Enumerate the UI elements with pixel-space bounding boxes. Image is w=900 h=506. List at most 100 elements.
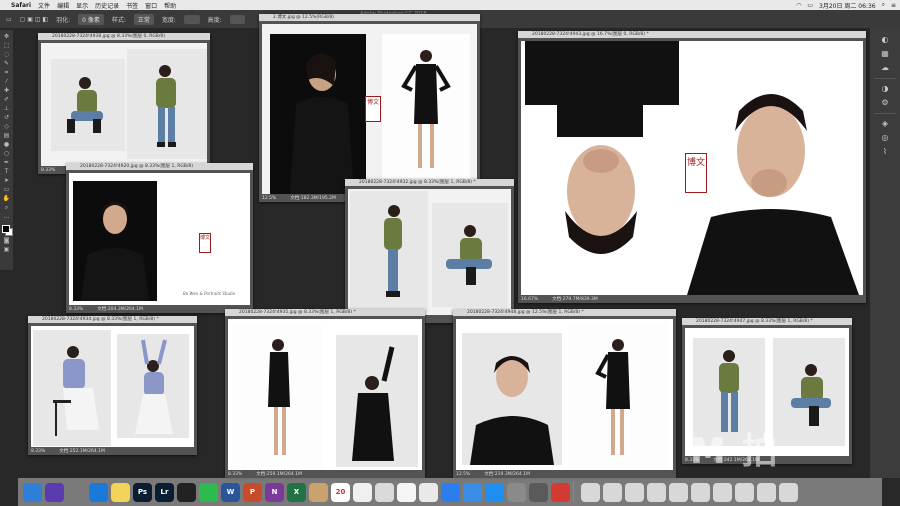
notification-center-icon[interactable]: ≡: [891, 2, 896, 9]
calendar-dock-icon[interactable]: 20: [331, 482, 350, 502]
quick-mask-icon[interactable]: ◙: [3, 237, 11, 244]
photoshop-dock-icon[interactable]: Ps: [133, 482, 152, 502]
app-store-dock-icon[interactable]: [485, 482, 504, 502]
document-window[interactable]: 20180228-7324!4920.jpg @ 8.33%(图层 1, RGB…: [66, 163, 253, 313]
pen-tool-icon[interactable]: ✒: [3, 159, 11, 166]
document-canvas[interactable]: [41, 43, 207, 166]
recent-document-dock-icon[interactable]: [713, 482, 732, 502]
document-window[interactable]: 20180228-7324!4935.jpg @ 8.33%(图层 1, RGB…: [225, 309, 425, 478]
hand-tool-icon[interactable]: ✋: [3, 195, 11, 202]
window-titlebar[interactable]: 20180228-7324!4920.jpg @ 8.33%(图层 1, RGB…: [66, 163, 253, 170]
paths-panel-icon[interactable]: ⌇: [880, 148, 890, 156]
blur-icon[interactable]: ●: [3, 141, 11, 148]
battery-icon[interactable]: ▭: [807, 2, 813, 9]
safari-dock-icon[interactable]: [89, 482, 108, 502]
document-window[interactable]: 20180228-7324!4934.jpg @ 8.33%(图层 1, RGB…: [28, 316, 197, 455]
system-prefs-dock-icon[interactable]: [507, 482, 526, 502]
search-icon[interactable]: ⌕: [882, 1, 885, 9]
recent-document-dock-icon[interactable]: [581, 482, 600, 502]
menu-window[interactable]: 窗口: [145, 1, 157, 10]
window-titlebar[interactable]: 20180228-7324!4947.jpg @ 8.33%(图层 1, RGB…: [682, 318, 852, 325]
document-canvas[interactable]: 博文: [262, 24, 477, 194]
wifi-icon[interactable]: ◠: [796, 2, 801, 9]
recent-document-dock-icon[interactable]: [691, 482, 710, 502]
document-window[interactable]: 2.博文.jpg @ 12.5%(RGB/8) 博文 12.5% 文档:182.3…: [259, 14, 480, 202]
adjustments-panel-icon[interactable]: ◑: [880, 85, 890, 93]
menu-help[interactable]: 帮助: [164, 1, 176, 10]
music-dock-icon[interactable]: [419, 482, 438, 502]
siri-dock-icon[interactable]: [45, 482, 64, 502]
color-panel-icon[interactable]: ◐: [880, 36, 890, 44]
selection-mode-icons[interactable]: ▢ ▣ ◫ ◧: [20, 16, 48, 23]
libraries-panel-icon[interactable]: ☁: [880, 64, 890, 72]
move-tool-icon[interactable]: ✥: [3, 33, 11, 40]
style-select[interactable]: 正常: [133, 13, 154, 25]
window-titlebar[interactable]: 20180228-7324!4948.jpg @ 12.5%(图层 1, RGB…: [453, 309, 676, 316]
recent-document-dock-icon[interactable]: [603, 482, 622, 502]
marquee-tool-icon[interactable]: ▭: [6, 16, 12, 23]
document-window[interactable]: 20180228-7324!4932.jpg @ 8.33%(图层 1, RGB…: [345, 179, 514, 323]
history-brush-icon[interactable]: ↺: [3, 114, 11, 121]
eraser-icon[interactable]: ◇: [3, 123, 11, 130]
window-titlebar[interactable]: 20180228-7324!4935.jpg @ 8.33%(图层 1, RGB…: [225, 309, 425, 316]
window-titlebar[interactable]: 20180228-7324!4943.jpg @ 16.7%(图层 0, RGB…: [518, 31, 866, 38]
document-canvas[interactable]: 博文: [521, 41, 863, 295]
menu-history[interactable]: 历史记录: [95, 1, 119, 10]
launchpad-dock-icon[interactable]: [67, 482, 86, 502]
window-titlebar[interactable]: 20180228-7324!4938.jpg @ 8.33%(图层 0, RGB…: [38, 33, 210, 40]
wechat-dock-icon[interactable]: [199, 482, 218, 502]
contacts-dock-icon[interactable]: [309, 482, 328, 502]
reminders-dock-icon[interactable]: [353, 482, 372, 502]
excel-dock-icon[interactable]: X: [287, 482, 306, 502]
recent-document-dock-icon[interactable]: [669, 482, 688, 502]
document-window[interactable]: 20180228-7324!4943.jpg @ 16.7%(图层 0, RGB…: [518, 31, 866, 303]
marquee-tool-icon[interactable]: ⬚: [3, 42, 11, 49]
recent-document-dock-icon[interactable]: [647, 482, 666, 502]
swatches-panel-icon[interactable]: ▦: [880, 50, 890, 58]
color-swatches[interactable]: [1, 225, 13, 236]
menu-bookmarks[interactable]: 书签: [126, 1, 138, 10]
type-tool-icon[interactable]: T: [3, 168, 11, 175]
feather-input[interactable]: 0 像素: [78, 13, 104, 25]
width-input[interactable]: [183, 14, 200, 24]
netease-music-dock-icon[interactable]: [551, 482, 570, 502]
screen-mode-icon[interactable]: ▣: [3, 246, 11, 253]
document-canvas[interactable]: [228, 319, 422, 470]
path-select-icon[interactable]: ➤: [3, 177, 11, 184]
lightroom-dock-icon[interactable]: Lr: [155, 482, 174, 502]
layers-panel-icon[interactable]: ◈: [880, 120, 890, 128]
shape-tool-icon[interactable]: ▭: [3, 186, 11, 193]
recent-document-dock-icon[interactable]: [779, 482, 798, 502]
document-canvas[interactable]: 博文 Bo Wen & Portraits Studio: [69, 173, 250, 305]
channels-panel-icon[interactable]: ◎: [880, 134, 890, 142]
recent-document-dock-icon[interactable]: [735, 482, 754, 502]
clone-stamp-icon[interactable]: ⊥: [3, 105, 11, 112]
healing-brush-icon[interactable]: ✚: [3, 87, 11, 94]
crop-tool-icon[interactable]: ⌗: [3, 69, 11, 76]
window-titlebar[interactable]: 20180228-7324!4932.jpg @ 8.33%(图层 1, RGB…: [345, 179, 514, 186]
app-menu[interactable]: Safari: [11, 2, 31, 9]
document-canvas[interactable]: [456, 319, 673, 470]
window-titlebar[interactable]: 20180228-7324!4934.jpg @ 8.33%(图层 1, RGB…: [28, 316, 197, 323]
foreground-color[interactable]: [1, 225, 10, 233]
dodge-icon[interactable]: ○: [3, 150, 11, 157]
finder-dock-icon[interactable]: [23, 482, 42, 502]
recent-document-dock-icon[interactable]: [757, 482, 776, 502]
powerpoint-dock-icon[interactable]: P: [243, 482, 262, 502]
menu-view[interactable]: 显示: [76, 1, 88, 10]
screenshot-dock-icon[interactable]: [529, 482, 548, 502]
window-titlebar[interactable]: 2.博文.jpg @ 12.5%(RGB/8): [259, 14, 480, 21]
qq-dock-icon[interactable]: [177, 482, 196, 502]
properties-panel-icon[interactable]: ⚙: [880, 99, 890, 107]
more-tools-icon[interactable]: …: [3, 213, 11, 220]
onenote-dock-icon[interactable]: N: [265, 482, 284, 502]
notes-dock-icon[interactable]: [111, 482, 130, 502]
clock[interactable]: 3月20日 周二 06:36: [819, 1, 876, 10]
height-input[interactable]: [229, 14, 246, 24]
word-dock-icon[interactable]: W: [221, 482, 240, 502]
baidu-netdisk-dock-icon[interactable]: [441, 482, 460, 502]
preview-dock-icon[interactable]: [375, 482, 394, 502]
document-canvas[interactable]: [348, 189, 511, 315]
eyedropper-icon[interactable]: ⁄: [3, 78, 11, 85]
menu-edit[interactable]: 编辑: [57, 1, 69, 10]
